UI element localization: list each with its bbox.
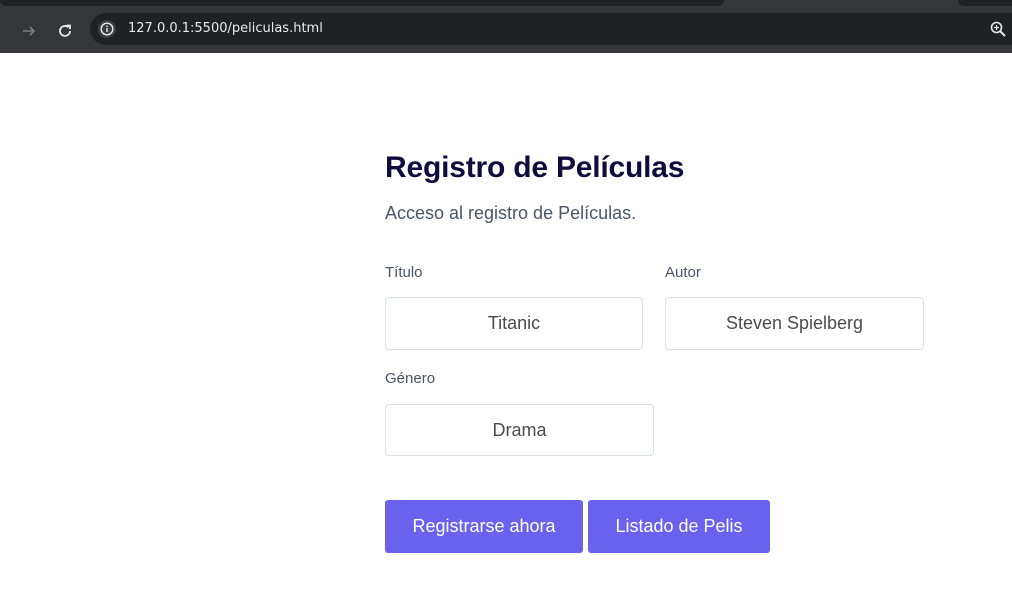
titulo-label: Título — [385, 264, 423, 281]
address-bar[interactable]: 127.0.0.1:5500/peliculas.html — [90, 13, 1012, 45]
page-title: Registro de Películas — [385, 151, 685, 184]
forward-icon[interactable] — [15, 17, 43, 45]
info-icon[interactable] — [98, 20, 116, 38]
tab-strip — [0, 0, 1012, 9]
titulo-input[interactable]: Titanic — [385, 297, 643, 350]
tab-edge — [958, 0, 1012, 6]
autor-input[interactable]: Steven Spielberg — [665, 297, 924, 350]
genero-input[interactable]: Drama — [385, 404, 654, 456]
page-subtitle: Acceso al registro de Películas. — [385, 203, 637, 223]
browser-toolbar: 127.0.0.1:5500/peliculas.html — [0, 9, 1012, 53]
list-movies-button[interactable]: Listado de Pelis — [588, 500, 770, 553]
tab-edge — [0, 0, 724, 6]
genero-label: Género — [385, 370, 436, 387]
zoom-icon[interactable] — [990, 21, 1008, 39]
url-text[interactable]: 127.0.0.1:5500/peliculas.html — [128, 21, 323, 37]
autor-label: Autor — [665, 264, 701, 281]
reload-icon[interactable] — [51, 17, 79, 45]
register-button[interactable]: Registrarse ahora — [385, 500, 583, 553]
